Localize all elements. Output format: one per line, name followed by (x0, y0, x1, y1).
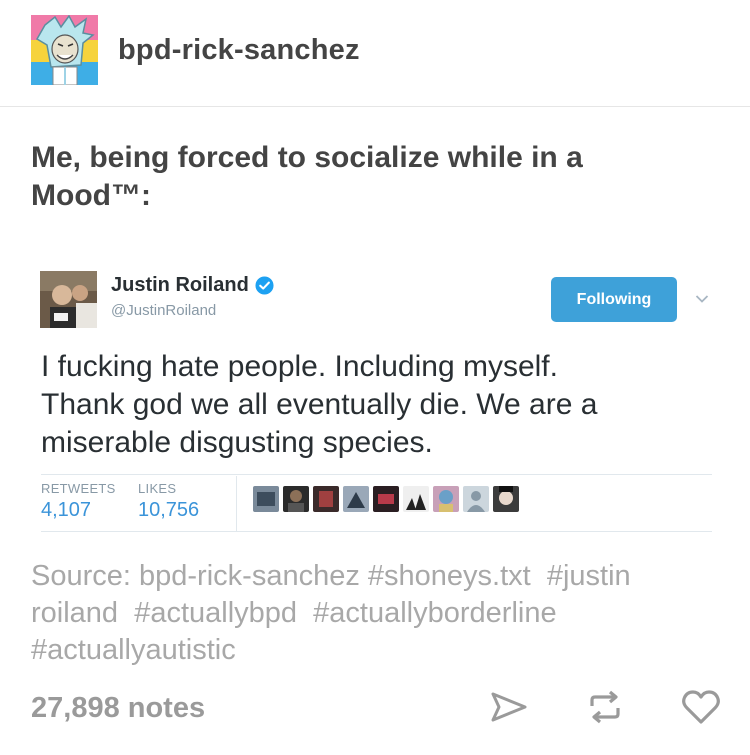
chevron-down-icon (695, 291, 709, 303)
source-blog-link[interactable]: bpd-rick-sanchez (139, 560, 360, 592)
stat-divider (236, 476, 237, 531)
tweet-text-line: Thank god we all eventually die. We are … (41, 388, 598, 421)
tag-link[interactable]: #actuallyborderline (313, 597, 556, 629)
default-avatar-icon (463, 486, 489, 512)
tweet-card: Justin Roiland @JustinRoiland Following … (39, 265, 714, 535)
tweet-divider (41, 474, 712, 475)
following-button: Following (551, 277, 677, 322)
verified-icon (255, 276, 274, 295)
liker-avatar (313, 486, 339, 512)
retweets-count: 4,107 (41, 499, 92, 521)
heart-icon[interactable] (680, 686, 722, 728)
tweet-author-handle: @JustinRoiland (111, 302, 217, 319)
retweets-label: RETWEETS (41, 481, 116, 496)
reblog-icon[interactable] (584, 686, 626, 728)
tweet-author-name: Justin Roiland (111, 274, 274, 297)
liker-avatar (403, 486, 429, 512)
likes-stat: LIKES 10,756 (138, 481, 199, 522)
liker-avatar (493, 486, 519, 512)
caption-line: Mood™: (31, 179, 151, 212)
tweet-text-line: I fucking hate people. Including myself. (41, 350, 558, 383)
blog-name[interactable]: bpd-rick-sanchez (118, 34, 360, 67)
liker-avatar (433, 486, 459, 512)
tag-link[interactable]: #shoneys.txt (368, 560, 531, 592)
tweet-avatar (40, 271, 97, 328)
liker-avatars (253, 486, 519, 512)
blog-avatar-image (31, 15, 98, 85)
liker-avatar (283, 486, 309, 512)
source-and-tags: Source: bpd-rick-sanchez #shoneys.txt #j… (31, 558, 721, 669)
notes-count[interactable]: 27,898 notes (31, 692, 205, 725)
retweets-stat: RETWEETS 4,107 (41, 481, 116, 522)
send-icon[interactable] (488, 686, 530, 728)
liker-avatar (373, 486, 399, 512)
tag-link[interactable]: #actuallybpd (134, 597, 297, 629)
tweet-divider (41, 531, 712, 532)
post-caption: Me, being forced to socialize while in a… (31, 139, 671, 215)
source-prefix: Source: (31, 560, 131, 592)
blog-avatar[interactable] (31, 15, 98, 85)
liker-avatar (343, 486, 369, 512)
caption-line: Me, being forced to socialize while in a (31, 141, 583, 174)
liker-avatar (253, 486, 279, 512)
tweet-author-name-text: Justin Roiland (111, 274, 249, 296)
likes-count: 10,756 (138, 499, 200, 521)
likes-label: LIKES (138, 481, 177, 496)
tweet-text-line: miserable disgusting species. (41, 426, 433, 459)
tag-link[interactable]: #actuallyautistic (31, 634, 236, 666)
tweet-text: I fucking hate people. Including myself.… (41, 348, 701, 462)
post-header: bpd-rick-sanchez (0, 0, 750, 107)
